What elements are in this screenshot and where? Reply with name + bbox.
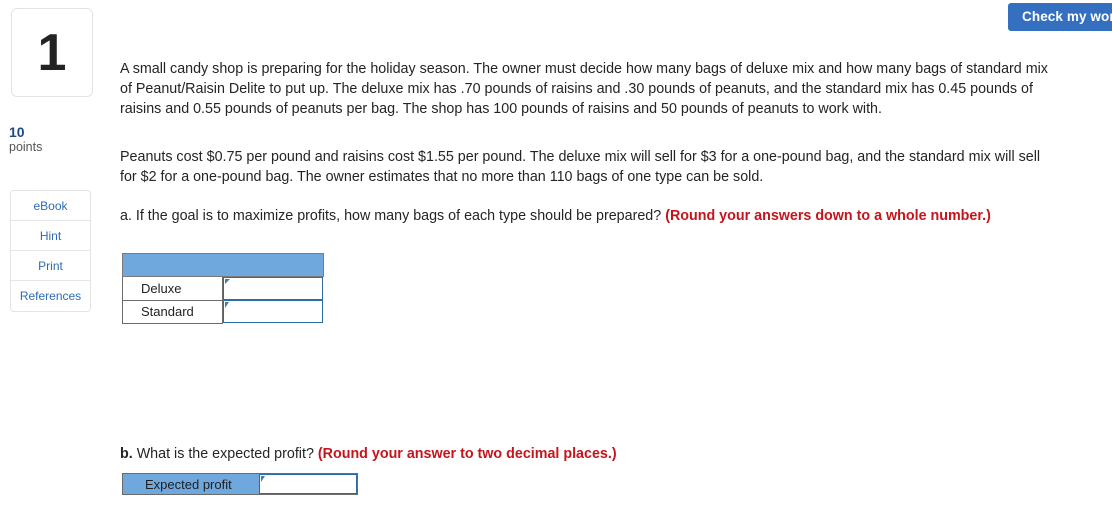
- standard-field-wrapper: [223, 300, 323, 323]
- expected-profit-label: Expected profit: [123, 474, 259, 494]
- problem-paragraph-1: A small candy shop is preparing for the …: [120, 61, 1048, 118]
- part-b-label: b.: [120, 446, 133, 463]
- deluxe-field-wrapper: [223, 277, 323, 300]
- part-a-rounding-note: (Round your answers down to a whole numb…: [665, 208, 991, 225]
- table-header-cell: [122, 253, 324, 277]
- table-header-row: [122, 253, 324, 277]
- part-a-text: a. If the goal is to maximize profits, h…: [120, 208, 666, 225]
- points-block: 10 points: [9, 124, 99, 155]
- references-button[interactable]: References: [11, 281, 90, 311]
- row-input-cell-standard: [222, 300, 323, 323]
- question-number-box: 1: [11, 8, 93, 97]
- part-b-rounding-note: (Round your answer to two decimal places…: [317, 446, 617, 463]
- row-label-deluxe: Deluxe: [122, 276, 223, 301]
- print-button[interactable]: Print: [11, 251, 90, 281]
- part-a-prompt: a. If the goal is to maximize profits, h…: [120, 206, 1020, 226]
- table-row: Deluxe: [122, 276, 323, 301]
- expected-profit-input[interactable]: [260, 475, 356, 493]
- part-b-text: What is the expected profit?: [132, 446, 318, 463]
- problem-paragraph-2: Peanuts cost $0.75 per pound and raisins…: [120, 149, 1041, 186]
- standard-bags-input[interactable]: [224, 301, 322, 322]
- question-left-rail: 1 10 points eBook Hint Print References: [0, 0, 110, 525]
- hint-button[interactable]: Hint: [11, 221, 90, 251]
- deluxe-bags-input[interactable]: [224, 278, 322, 299]
- ebook-button[interactable]: eBook: [11, 191, 90, 221]
- part-b-prompt: b. What is the expected profit? (Round y…: [120, 444, 1020, 464]
- question-number: 1: [37, 23, 67, 82]
- rail-button-group: eBook Hint Print References: [10, 190, 91, 312]
- bags-answer-table: Deluxe Standard: [122, 253, 324, 324]
- points-label: points: [9, 140, 43, 154]
- row-label-standard: Standard: [122, 299, 223, 324]
- check-my-work-button[interactable]: Check my work: [1008, 3, 1112, 31]
- expected-profit-row: Expected profit: [122, 473, 358, 495]
- points-value: 10: [9, 124, 25, 140]
- table-row: Standard: [122, 299, 323, 324]
- row-input-cell-deluxe: [222, 276, 323, 300]
- expected-profit-field-wrapper: [259, 474, 357, 494]
